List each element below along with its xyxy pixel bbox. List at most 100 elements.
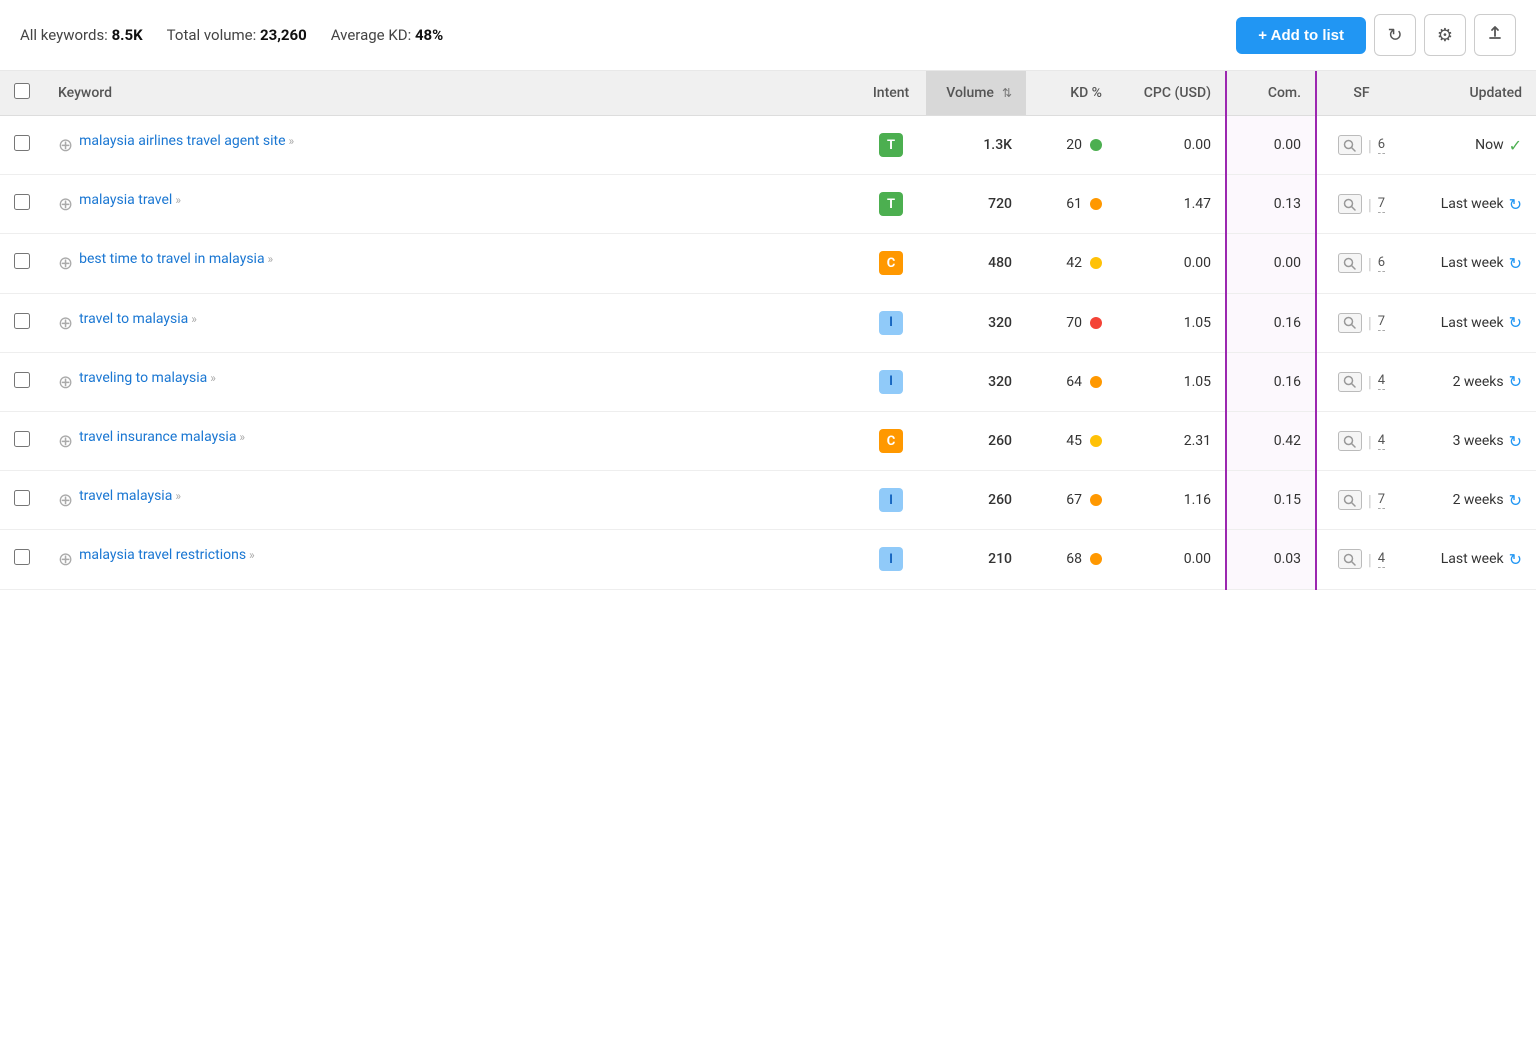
row-checkbox[interactable] [14, 431, 30, 447]
volume-cell: 1.3K [926, 116, 1026, 175]
keyword-link[interactable]: ⊕best time to travel in malaysia » [58, 250, 842, 276]
keyword-link[interactable]: ⊕malaysia airlines travel agent site » [58, 132, 842, 158]
updated-refresh-icon[interactable]: ↻ [1509, 372, 1522, 391]
add-keyword-icon[interactable]: ⊕ [58, 192, 73, 217]
updated-refresh-icon[interactable]: ↻ [1509, 195, 1522, 214]
keyword-cell: ⊕ travel malaysia » [44, 471, 856, 530]
row-checkbox[interactable] [14, 313, 30, 329]
kd-dot [1090, 435, 1102, 447]
intent-badge: C [879, 429, 903, 453]
col-header-keyword: Keyword [44, 71, 856, 116]
updated-text: Last week [1441, 315, 1504, 331]
updated-text: 2 weeks [1453, 492, 1504, 508]
sf-search-icon[interactable] [1338, 194, 1362, 214]
com-cell: 0.00 [1226, 234, 1316, 293]
kd-value: 67 [1066, 492, 1082, 508]
export-button[interactable] [1474, 14, 1516, 56]
add-keyword-icon[interactable]: ⊕ [58, 251, 73, 276]
select-all-checkbox[interactable] [14, 83, 30, 99]
row-checkbox[interactable] [14, 372, 30, 388]
row-checkbox[interactable] [14, 135, 30, 151]
sf-search-icon[interactable] [1338, 313, 1362, 333]
sf-number: 7 [1378, 196, 1385, 213]
updated-text: Last week [1441, 196, 1504, 212]
row-checkbox-cell [0, 116, 44, 175]
sf-divider: | [1368, 491, 1372, 510]
sf-search-icon[interactable] [1338, 253, 1362, 273]
kd-dot [1090, 198, 1102, 210]
kd-cell: 42 [1026, 234, 1116, 293]
add-keyword-icon[interactable]: ⊕ [58, 370, 73, 395]
keyword-link[interactable]: ⊕malaysia travel restrictions » [58, 546, 842, 572]
row-checkbox[interactable] [14, 490, 30, 506]
keyword-cell: ⊕travel to malaysia » [44, 293, 856, 352]
kd-value: 70 [1066, 315, 1082, 331]
row-checkbox[interactable] [14, 194, 30, 210]
updated-refresh-icon[interactable]: ↻ [1509, 432, 1522, 451]
row-checkbox-cell [0, 352, 44, 411]
keyword-arrows: » [265, 252, 274, 266]
updated-refresh-icon[interactable]: ↻ [1509, 491, 1522, 510]
add-keyword-icon[interactable]: ⊕ [58, 547, 73, 572]
table-row: ⊕malaysia travel »T720611.470.13|7Last w… [0, 175, 1536, 234]
volume-cell: 720 [926, 175, 1026, 234]
sf-number: 4 [1378, 551, 1385, 568]
kd-value: 42 [1066, 255, 1082, 271]
keyword-cell: ⊕best time to travel in malaysia » [44, 234, 856, 293]
volume-cell: 480 [926, 234, 1026, 293]
add-to-list-button[interactable]: + Add to list [1236, 17, 1366, 54]
sf-number: 6 [1378, 255, 1385, 272]
row-checkbox[interactable] [14, 253, 30, 269]
add-keyword-icon[interactable]: ⊕ [58, 133, 73, 158]
kd-value: 68 [1066, 551, 1082, 567]
row-checkbox-cell [0, 411, 44, 470]
sf-number: 6 [1378, 137, 1385, 154]
keyword-link[interactable]: ⊕ malaysia travel » [58, 191, 842, 217]
sf-cell: |7 [1316, 293, 1406, 352]
add-keyword-icon[interactable]: ⊕ [58, 311, 73, 336]
row-checkbox-cell [0, 234, 44, 293]
keywords-table-container: Keyword Intent Volume ⇅ KD % [0, 71, 1536, 590]
col-header-volume[interactable]: Volume ⇅ [926, 71, 1026, 116]
total-volume-stat: Total volume: 23,260 [167, 26, 307, 44]
keyword-cell: ⊕travel insurance malaysia » [44, 411, 856, 470]
volume-cell: 320 [926, 352, 1026, 411]
settings-button[interactable]: ⚙ [1424, 14, 1466, 56]
updated-cell: Last week ↻ [1406, 293, 1536, 352]
keyword-link[interactable]: ⊕travel insurance malaysia » [58, 428, 842, 454]
col-header-com: Com. [1226, 71, 1316, 116]
updated-refresh-icon[interactable]: ↻ [1509, 550, 1522, 569]
updated-refresh-icon[interactable]: ↻ [1509, 313, 1522, 332]
sf-search-icon[interactable] [1338, 135, 1362, 155]
sf-cell: |7 [1316, 471, 1406, 530]
sf-search-icon[interactable] [1338, 549, 1362, 569]
updated-text: 3 weeks [1453, 433, 1504, 449]
add-keyword-icon[interactable]: ⊕ [58, 488, 73, 513]
sf-number: 7 [1378, 492, 1385, 509]
sf-search-icon[interactable] [1338, 490, 1362, 510]
updated-cell: 2 weeks↻ [1406, 352, 1536, 411]
keyword-text: travel malaysia » [79, 487, 181, 507]
keyword-text: malaysia travel » [79, 191, 181, 211]
add-keyword-icon[interactable]: ⊕ [58, 429, 73, 454]
updated-refresh-icon[interactable]: ↻ [1509, 254, 1522, 273]
sf-search-icon[interactable] [1338, 431, 1362, 451]
export-icon [1487, 25, 1503, 46]
avg-kd-stat: Average KD: 48% [331, 26, 444, 44]
keyword-cell: ⊕malaysia travel restrictions » [44, 530, 856, 589]
intent-cell: I [856, 530, 926, 589]
cpc-cell: 1.05 [1116, 352, 1226, 411]
keyword-link[interactable]: ⊕travel to malaysia » [58, 310, 842, 336]
sf-divider: | [1368, 432, 1372, 451]
intent-cell: I [856, 471, 926, 530]
cpc-cell: 0.00 [1116, 116, 1226, 175]
kd-cell: 64 [1026, 352, 1116, 411]
cpc-cell: 1.16 [1116, 471, 1226, 530]
sf-search-icon[interactable] [1338, 372, 1362, 392]
cpc-cell: 1.05 [1116, 293, 1226, 352]
kd-cell: 67 [1026, 471, 1116, 530]
row-checkbox[interactable] [14, 549, 30, 565]
refresh-button[interactable]: ↻ [1374, 14, 1416, 56]
keyword-link[interactable]: ⊕ travel malaysia » [58, 487, 842, 513]
keyword-link[interactable]: ⊕traveling to malaysia » [58, 369, 842, 395]
